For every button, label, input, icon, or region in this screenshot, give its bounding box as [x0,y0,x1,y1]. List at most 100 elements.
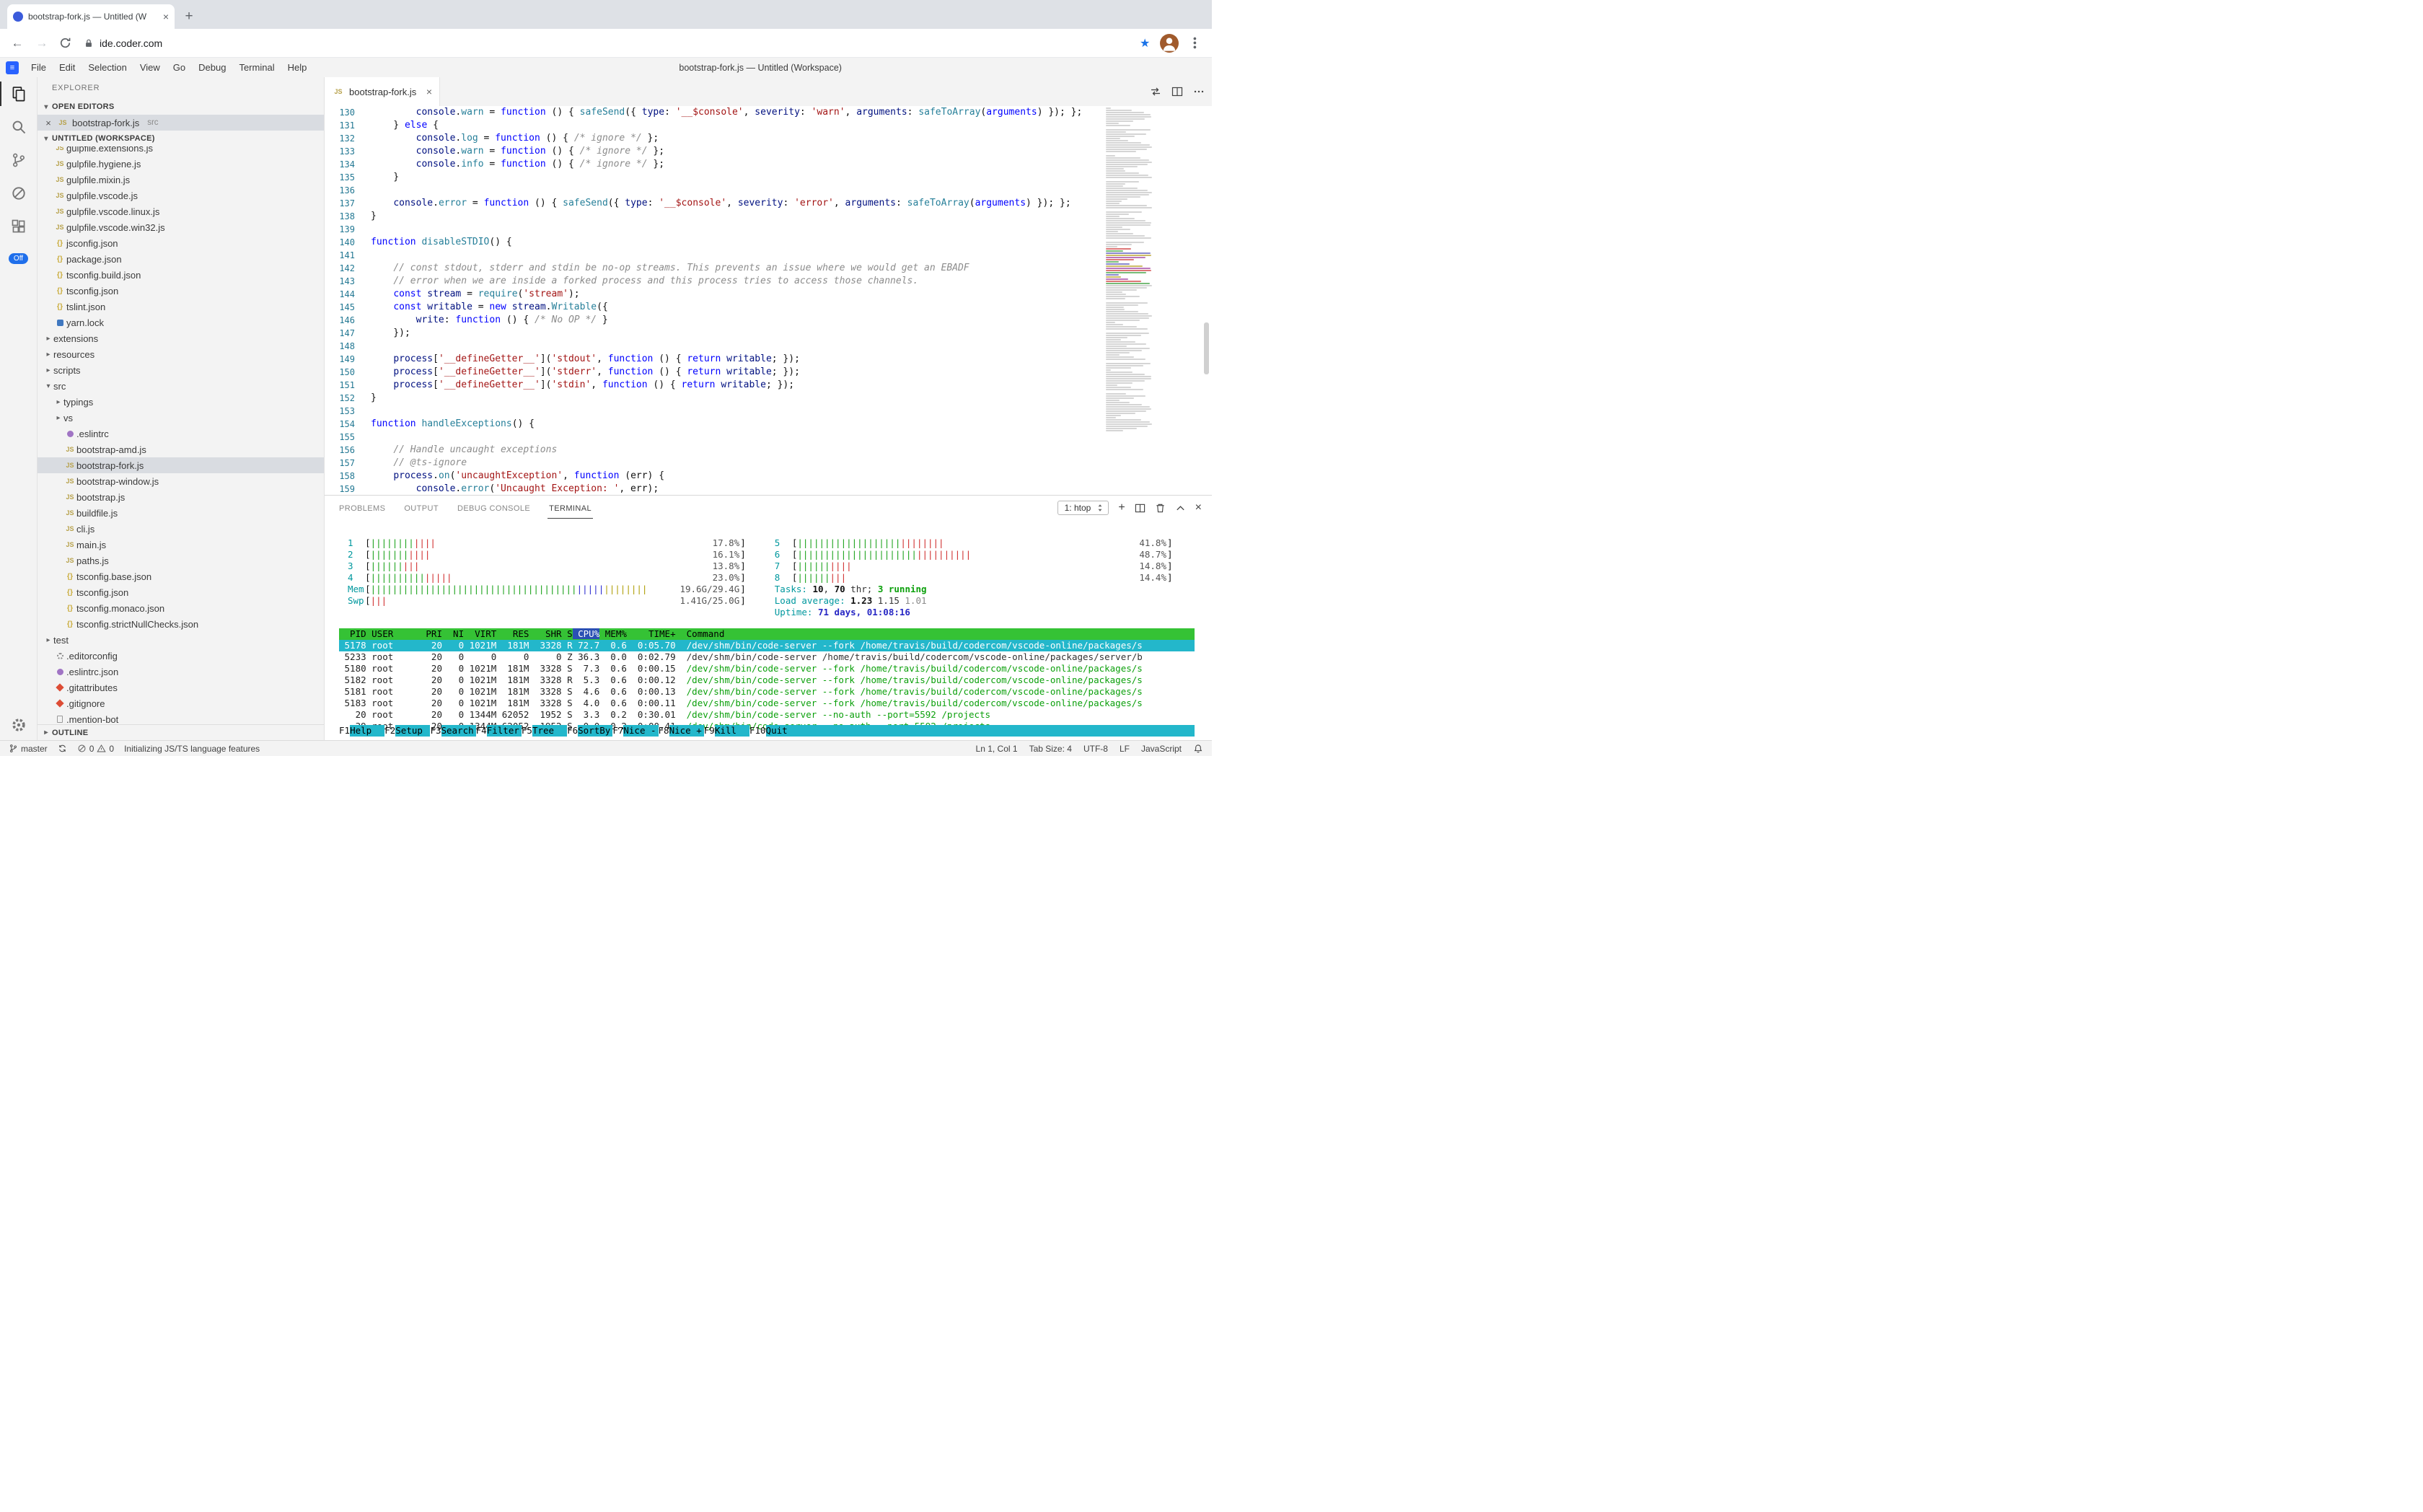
tree-item-bootstrap-window.js[interactable]: JSbootstrap-window.js [38,473,324,489]
menu-view[interactable]: View [133,60,167,75]
tree-item-tslint.json[interactable]: {}tslint.json [38,299,324,315]
eol[interactable]: LF [1120,744,1130,754]
tree-item-.eslintrc[interactable]: .eslintrc [38,426,324,441]
tree-item-.gitattributes[interactable]: .gitattributes [38,680,324,695]
panel-tab-output[interactable]: OUTPUT [403,498,440,519]
language-mode[interactable]: JavaScript [1141,744,1182,754]
app-logo-icon[interactable]: ≡ [6,61,19,74]
kill-terminal-button[interactable] [1155,503,1166,514]
open-editor-item[interactable]: ×JSbootstrap-fork.jssrc [38,115,324,131]
tree-item-paths.js[interactable]: JSpaths.js [38,553,324,568]
tree-item-vs[interactable]: ▸vs [38,410,324,426]
twistie-icon[interactable]: ▸ [53,398,63,406]
encoding[interactable]: UTF-8 [1083,744,1108,754]
new-terminal-button[interactable]: + [1118,501,1125,514]
debug-activity-button[interactable] [0,177,38,210]
tree-item-tsconfig.base.json[interactable]: {}tsconfig.base.json [38,568,324,584]
tree-item-.eslintrc.json[interactable]: .eslintrc.json [38,664,324,680]
problems-indicator[interactable]: 0 0 [77,744,114,754]
tree-item-typings[interactable]: ▸typings [38,394,324,410]
new-tab-button[interactable]: + [179,6,199,27]
bookmark-star-icon[interactable]: ★ [1140,36,1150,50]
tree-item-tsconfig.json[interactable]: {}tsconfig.json [38,283,324,299]
tree-item-scripts[interactable]: ▸scripts [38,362,324,378]
search-activity-button[interactable] [0,110,38,144]
tab-close-icon[interactable]: × [163,11,169,22]
close-panel-button[interactable]: × [1195,501,1202,514]
tree-item-gulpfile.vscode.linux.js[interactable]: JSgulpfile.vscode.linux.js [38,203,324,219]
extensions-activity-button[interactable] [0,210,38,243]
twistie-icon[interactable]: ▸ [53,414,63,422]
menu-help[interactable]: Help [281,60,314,75]
indentation[interactable]: Tab Size: 4 [1029,744,1072,754]
tree-item-cli.js[interactable]: JScli.js [38,521,324,537]
tree-item-buildfile.js[interactable]: JSbuildfile.js [38,505,324,521]
more-actions-button[interactable] [1193,86,1205,97]
url-text[interactable]: ide.coder.com [100,38,162,49]
outline-header[interactable]: ▸ OUTLINE [38,724,324,740]
maximize-panel-button[interactable] [1175,503,1186,514]
panel-tab-problems[interactable]: PROBLEMS [338,498,387,519]
back-icon[interactable]: ← [10,36,25,50]
menu-go[interactable]: Go [167,60,192,75]
twistie-icon[interactable]: ▸ [43,636,53,644]
tree-item-gulpfile.mixin.js[interactable]: JSgulpfile.mixin.js [38,172,324,188]
reload-icon[interactable] [59,37,74,49]
forward-icon[interactable]: → [35,36,49,50]
close-editor-icon[interactable]: × [43,118,53,128]
open-changes-button[interactable] [1150,86,1161,97]
collaboration-badge[interactable]: Off [9,253,28,264]
tree-item-.gitignore[interactable]: .gitignore [38,695,324,711]
code-editor[interactable]: 130 console.warn = function () { safeSen… [325,106,1212,495]
sync-button[interactable] [58,744,67,753]
editor-scrollbar[interactable] [1204,322,1209,374]
tree-item-tsconfig.strictNullChecks.json[interactable]: {}tsconfig.strictNullChecks.json [38,616,324,632]
tree-item-tsconfig.json[interactable]: {}tsconfig.json [38,584,324,600]
tree-item-src[interactable]: ▾src [38,378,324,394]
tree-item-tsconfig.monaco.json[interactable]: {}tsconfig.monaco.json [38,600,324,616]
editor-tab-bootstrap-fork[interactable]: JS bootstrap-fork.js × [325,77,440,106]
avatar[interactable] [1160,34,1179,53]
notifications-button[interactable] [1193,744,1203,754]
tree-item-gulpfile.hygiene.js[interactable]: JSgulpfile.hygiene.js [38,156,324,172]
tree-item-package.json[interactable]: {}package.json [38,251,324,267]
menu-edit[interactable]: Edit [53,60,82,75]
tree-item-main.js[interactable]: JSmain.js [38,537,324,553]
tree-item-extensions[interactable]: ▸extensions [38,330,324,346]
tree-item-yarn.lock[interactable]: yarn.lock [38,315,324,330]
workspace-header[interactable]: ▾ UNTITLED (WORKSPACE) [38,131,324,146]
tree-item-tsconfig.build.json[interactable]: {}tsconfig.build.json [38,267,324,283]
tree-item-gulpfile.extensions.js[interactable]: JSgulpfile.extensions.js [38,146,324,156]
menu-selection[interactable]: Selection [82,60,133,75]
branch-indicator[interactable]: master [9,744,48,754]
browser-tab[interactable]: bootstrap-fork.js — Untitled (W × [7,4,175,29]
cursor-position[interactable]: Ln 1, Col 1 [976,744,1018,754]
browser-menu-icon[interactable]: ••• [1189,37,1201,50]
tree-item-test[interactable]: ▸test [38,632,324,648]
tree-item-bootstrap-fork.js[interactable]: JSbootstrap-fork.js [38,457,324,473]
tab-close-icon[interactable]: × [426,86,432,97]
minimap[interactable] [1106,107,1166,495]
twistie-icon[interactable]: ▸ [43,351,53,359]
tree-item-gulpfile.vscode.js[interactable]: JSgulpfile.vscode.js [38,188,324,203]
tree-item-bootstrap-amd.js[interactable]: JSbootstrap-amd.js [38,441,324,457]
menu-terminal[interactable]: Terminal [232,60,281,75]
open-editors-header[interactable]: ▾ OPEN EDITORS [38,99,324,115]
menu-file[interactable]: File [25,60,53,75]
tree-item-resources[interactable]: ▸resources [38,346,324,362]
twistie-icon[interactable]: ▾ [43,382,53,390]
tree-item-.editorconfig[interactable]: .editorconfig [38,648,324,664]
tree-item-gulpfile.vscode.win32.js[interactable]: JSgulpfile.vscode.win32.js [38,219,324,235]
split-terminal-button[interactable] [1135,503,1145,514]
explorer-activity-button[interactable] [0,77,38,110]
twistie-icon[interactable]: ▸ [43,335,53,343]
terminal[interactable]: 1[||||||||||||17.8%]2[|||||||||||16.1%]3… [325,520,1212,740]
twistie-icon[interactable]: ▸ [43,366,53,374]
panel-tab-debug-console[interactable]: DEBUG CONSOLE [456,498,532,519]
terminal-picker[interactable]: 1: htop [1057,501,1109,515]
settings-gear-button[interactable] [11,717,27,733]
tree-item-jsconfig.json[interactable]: {}jsconfig.json [38,235,324,251]
panel-tab-terminal[interactable]: TERMINAL [548,498,593,519]
menu-debug[interactable]: Debug [192,60,232,75]
source-control-activity-button[interactable] [0,144,38,177]
